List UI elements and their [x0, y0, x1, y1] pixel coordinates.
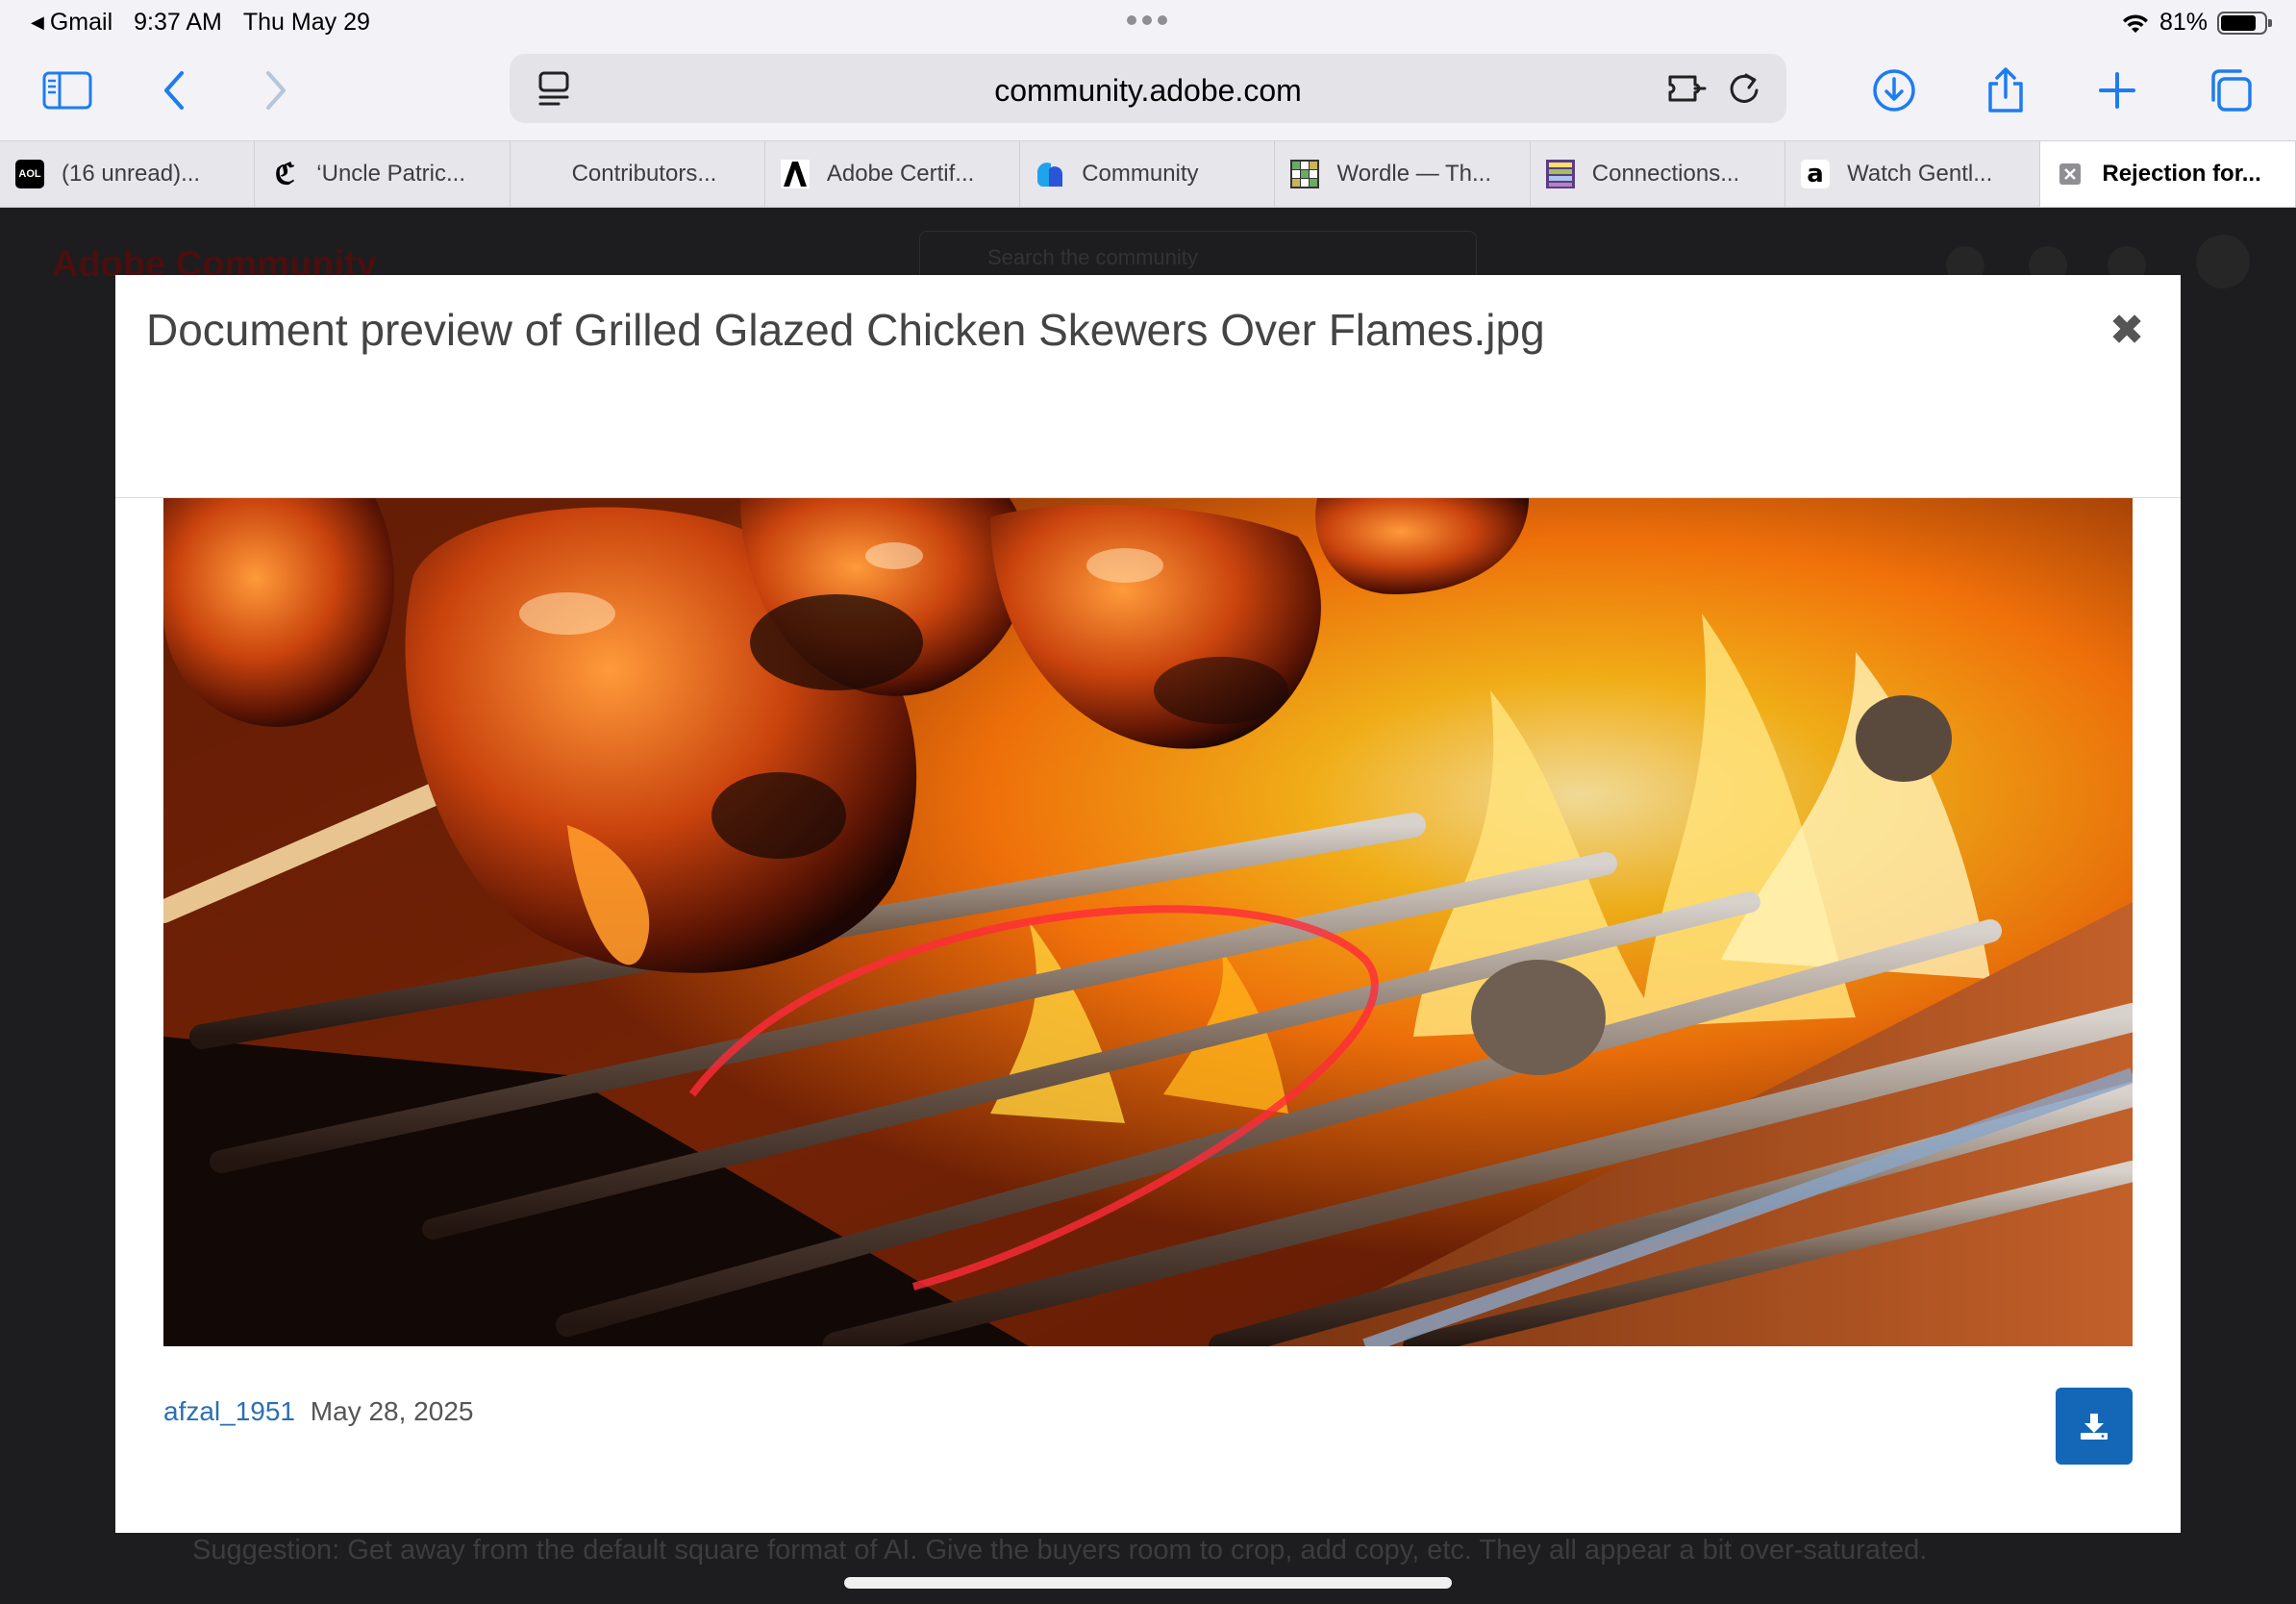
tab-label: Contributors...: [571, 161, 717, 187]
tab-label: Connections...: [1591, 161, 1740, 187]
tab-overview-icon[interactable]: [2202, 63, 2259, 117]
extension-icon[interactable]: [1665, 67, 1708, 110]
tab-label: ‘Uncle Patric...: [316, 161, 466, 187]
status-time: 9:37 AM: [134, 9, 222, 36]
status-bar: ◀ Gmail 9:37 AM Thu May 29 81%: [0, 0, 2296, 46]
download-icon: [2081, 1414, 2108, 1440]
tab-connections[interactable]: Connections...: [1531, 141, 1786, 207]
reload-icon[interactable]: [1723, 67, 1765, 110]
tab-label: (16 unread)...: [62, 161, 201, 187]
tab-label: Rejection for...: [2102, 161, 2261, 187]
tab-aol-mail[interactable]: AOL (16 unread)...: [0, 141, 256, 207]
tab-rejection[interactable]: Rejection for...: [2040, 141, 2296, 207]
modal-footer: afzal_1951 May 28, 2025: [115, 1346, 2181, 1533]
adobe-icon: [780, 160, 810, 188]
wordle-icon: [1290, 160, 1320, 188]
back-triangle-icon: ◀: [31, 13, 44, 32]
url-text: community.adobe.com: [994, 73, 1302, 108]
back-chevron-icon[interactable]: [146, 63, 204, 117]
forward-chevron-icon[interactable]: [246, 63, 304, 117]
tab-bar: AOL (16 unread)... ℭ ‘Uncle Patric... Co…: [0, 140, 2296, 208]
document-preview-modal: Document preview of Grilled Glazed Chick…: [115, 275, 2181, 1533]
home-indicator[interactable]: [844, 1577, 1452, 1589]
modal-header: Document preview of Grilled Glazed Chick…: [115, 275, 2181, 498]
tab-watch-gentl[interactable]: a Watch Gentl...: [1785, 141, 2041, 207]
author-link[interactable]: afzal_1951: [163, 1396, 295, 1426]
close-tab-icon[interactable]: [2056, 160, 2084, 188]
tab-contributors[interactable]: Contributors...: [511, 141, 765, 207]
battery-icon: [2217, 11, 2272, 35]
suggestion-text: Suggestion: Get away from the default sq…: [192, 1535, 1928, 1566]
wifi-icon: [2122, 13, 2148, 33]
tab-uncle-patrick[interactable]: ℭ ‘Uncle Patric...: [255, 141, 511, 207]
connections-icon: [1545, 160, 1575, 188]
post-date: May 28, 2025: [310, 1396, 474, 1426]
download-button[interactable]: [2056, 1388, 2133, 1465]
tab-wordle[interactable]: Wordle — Th...: [1275, 141, 1531, 207]
sidebar-toggle-icon[interactable]: [38, 63, 96, 117]
blank-favicon: [526, 160, 555, 188]
back-to-app-link[interactable]: ◀ Gmail: [31, 9, 112, 37]
tab-label: Wordle — Th...: [1336, 161, 1491, 187]
author-info: afzal_1951 May 28, 2025: [163, 1396, 473, 1427]
new-tab-plus-icon[interactable]: [2088, 63, 2146, 117]
modal-title: Document preview of Grilled Glazed Chick…: [146, 305, 1545, 355]
preview-image: [163, 498, 2133, 1346]
avatar: [2196, 235, 2250, 288]
nyt-icon: ℭ: [274, 157, 295, 191]
multitasking-dots-icon[interactable]: [1127, 15, 1169, 27]
tab-label: Adobe Certif...: [826, 161, 975, 187]
back-app-label: Gmail: [49, 9, 113, 36]
tab-community[interactable]: Community: [1020, 141, 1276, 207]
amazon-icon: a: [1801, 160, 1831, 188]
status-date: Thu May 29: [242, 9, 370, 36]
aol-icon: AOL: [15, 160, 44, 188]
tab-adobe-certif[interactable]: Adobe Certif...: [765, 141, 1021, 207]
battery-percent: 81%: [2159, 9, 2208, 36]
close-icon[interactable]: ✖: [2104, 308, 2150, 354]
tab-label: Community: [1082, 161, 1199, 187]
community-icon: [1036, 160, 1064, 188]
downloads-icon[interactable]: [1865, 63, 1923, 117]
address-bar[interactable]: community.adobe.com: [510, 54, 1786, 123]
share-icon[interactable]: [1977, 63, 2034, 117]
tab-label: Watch Gentl...: [1847, 161, 1993, 187]
